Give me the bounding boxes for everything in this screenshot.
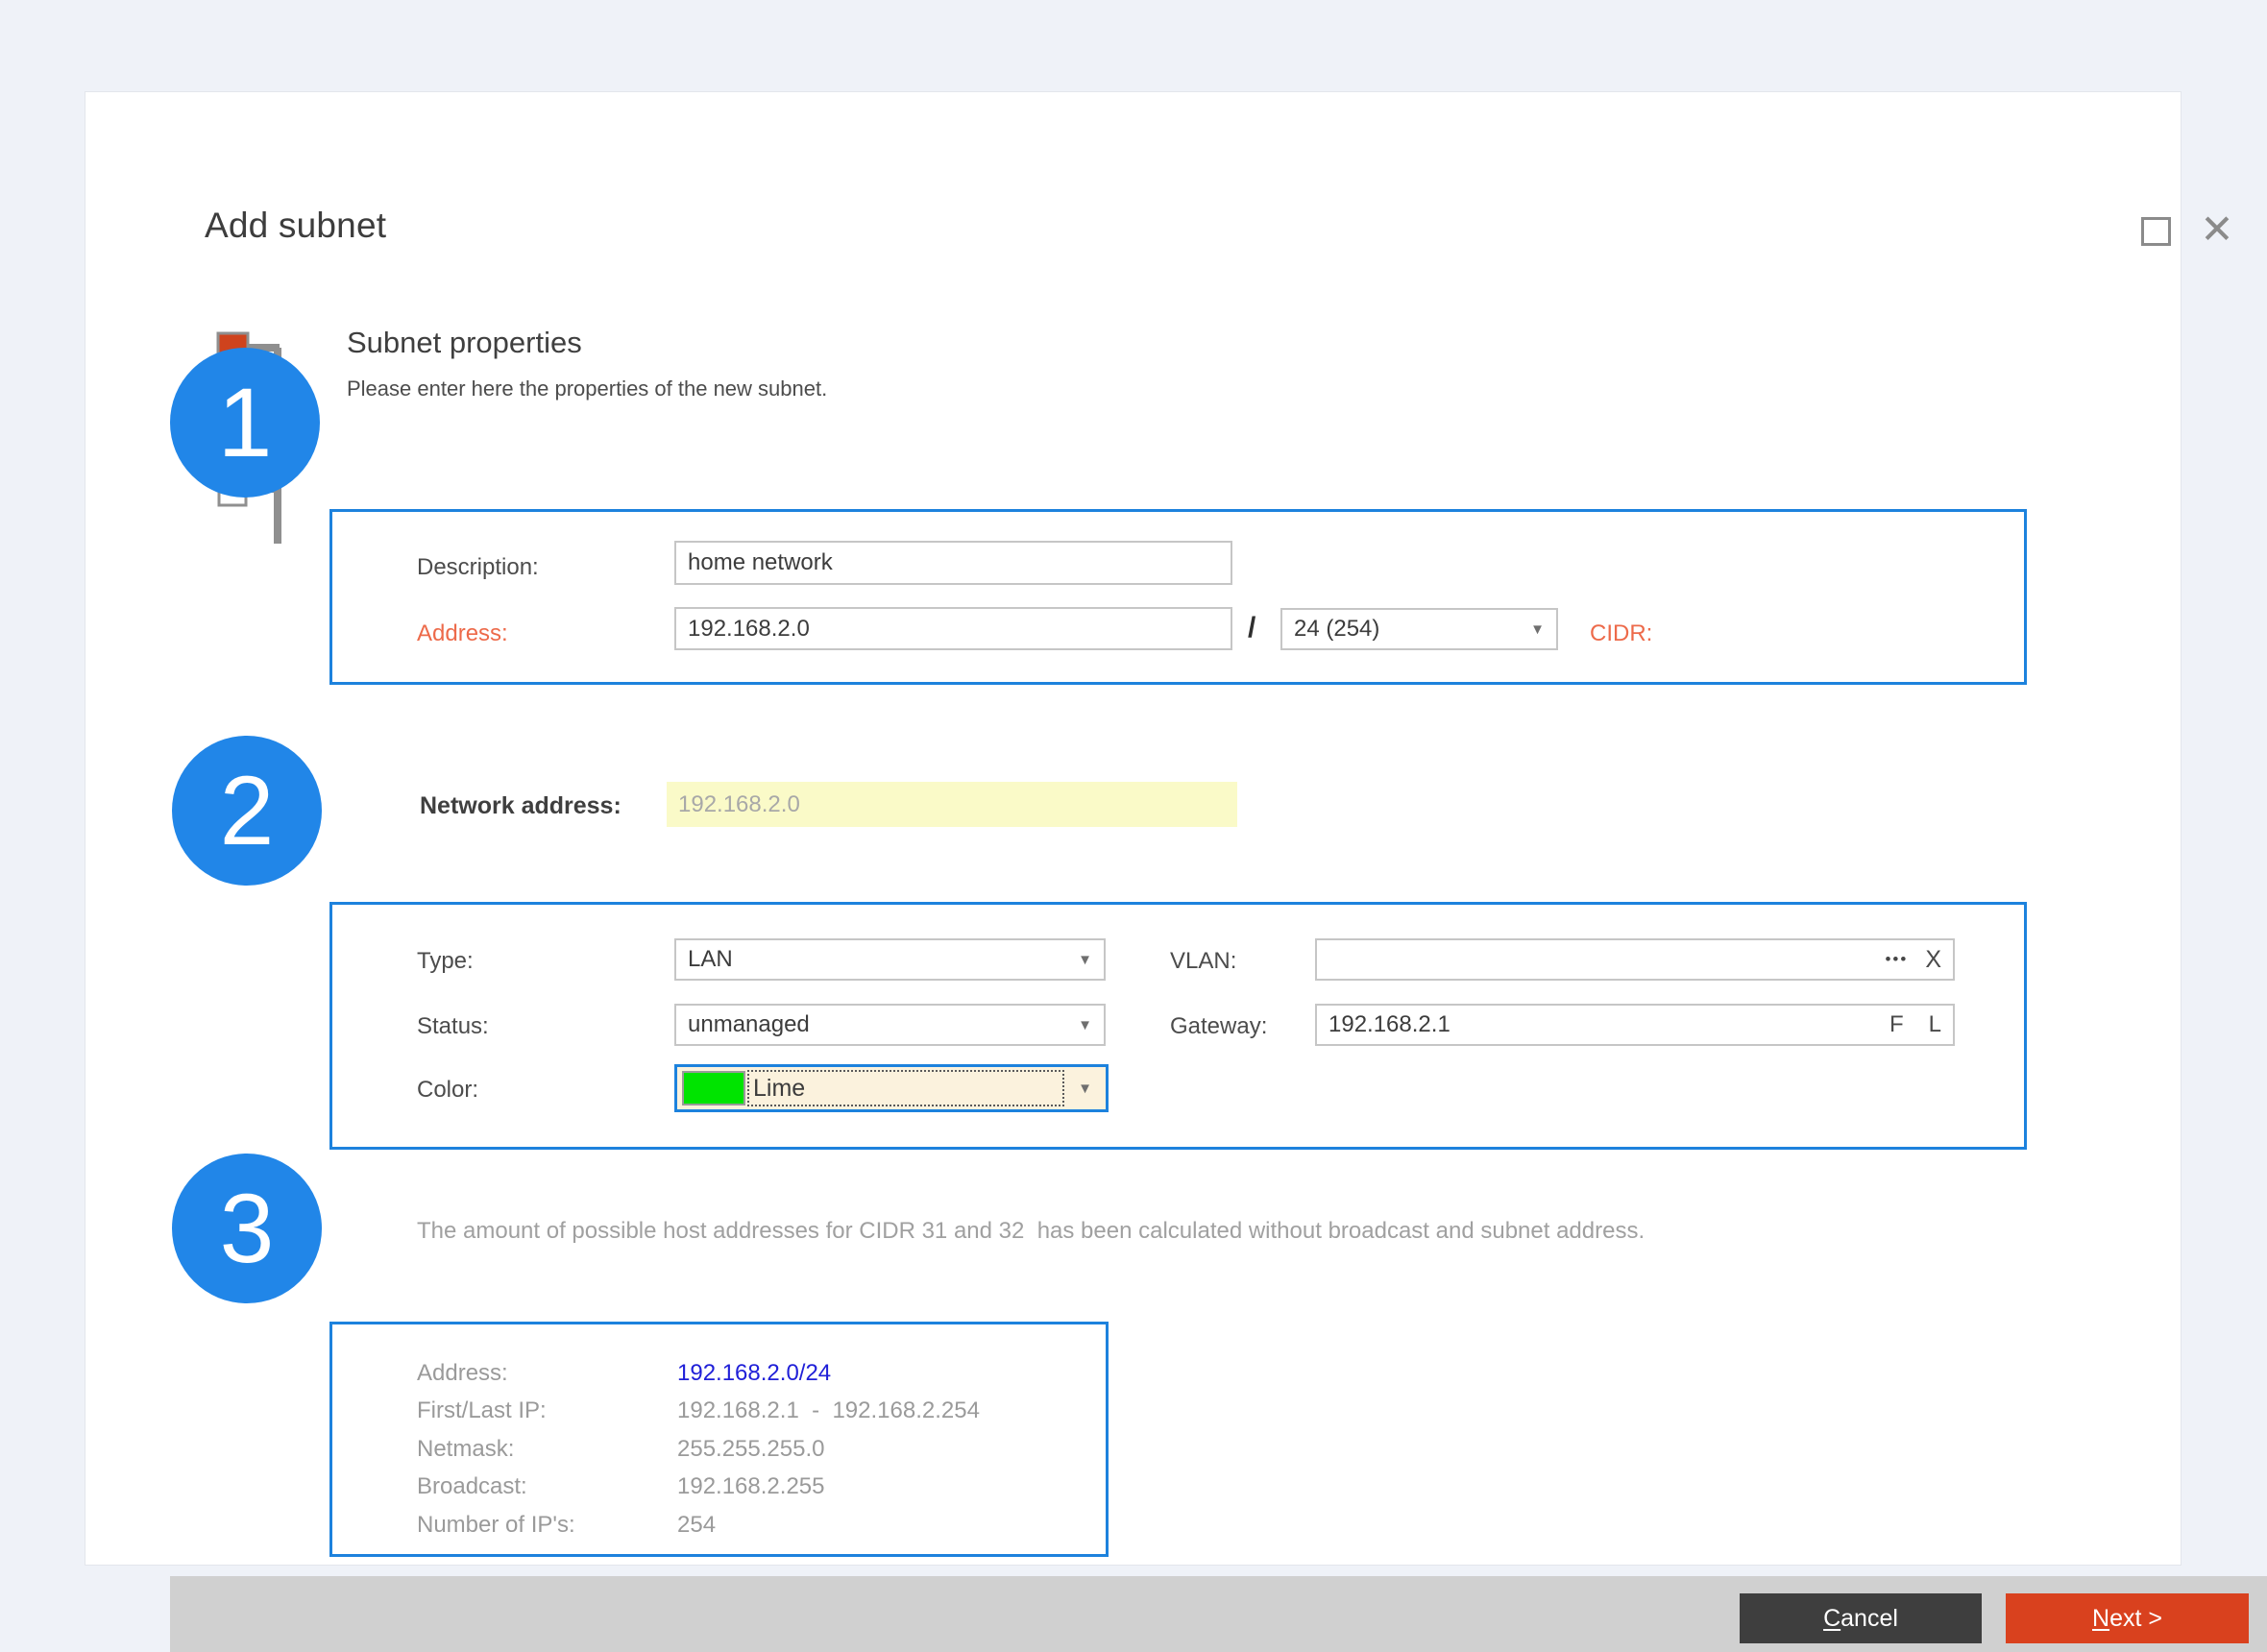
- vlan-input[interactable]: [1329, 946, 1885, 973]
- ellipsis-icon[interactable]: •••: [1885, 950, 1908, 969]
- chevron-down-icon: ▼: [1064, 1081, 1106, 1097]
- cancel-button[interactable]: Cancel: [1740, 1593, 1982, 1643]
- cidr-select[interactable]: 24 (254) ▼: [1280, 608, 1558, 650]
- cancel-label: ancel: [1840, 1605, 1898, 1632]
- clear-icon[interactable]: X: [1925, 946, 1941, 974]
- chevron-down-icon: ▼: [1078, 952, 1092, 968]
- window-title: Add subnet: [205, 206, 386, 246]
- vlan-field[interactable]: ••• X: [1315, 938, 1955, 981]
- type-select-value: LAN: [688, 946, 1078, 973]
- maximize-icon[interactable]: [2141, 217, 2171, 246]
- color-select[interactable]: Lime ▼: [674, 1064, 1109, 1112]
- step-3-badge: 3: [172, 1154, 322, 1303]
- add-subnet-dialog: Add subnet ✕ Subnet properties Please en…: [85, 91, 2182, 1566]
- cidr-select-value: 24 (254): [1294, 616, 1530, 643]
- subnet-summary: Address: 192.168.2.0/24 First/Last IP: 1…: [417, 1354, 980, 1544]
- address-label: Address:: [417, 620, 508, 647]
- summary-broadcast-label: Broadcast:: [417, 1473, 677, 1500]
- network-address-label: Network address:: [420, 792, 622, 820]
- next-label: ext >: [2109, 1605, 2162, 1632]
- gateway-field[interactable]: F L: [1315, 1004, 1955, 1046]
- cidr-separator: /: [1248, 612, 1255, 644]
- summary-row: Address: 192.168.2.0/24: [417, 1354, 980, 1393]
- summary-ipcount-value: 254: [677, 1512, 716, 1539]
- vlan-label: VLAN:: [1170, 948, 1236, 975]
- summary-firstlast-label: First/Last IP:: [417, 1397, 677, 1424]
- summary-ipcount-label: Number of IP's:: [417, 1512, 677, 1539]
- color-label: Color:: [417, 1077, 478, 1104]
- cancel-accesskey: C: [1823, 1605, 1840, 1632]
- status-label: Status:: [417, 1013, 489, 1040]
- summary-row: Netmask: 255.255.255.0: [417, 1430, 980, 1469]
- summary-firstlast-value: 192.168.2.1 - 192.168.2.254: [677, 1397, 980, 1424]
- chevron-down-icon: ▼: [1530, 621, 1545, 638]
- step-3-number: 3: [220, 1173, 275, 1285]
- description-input[interactable]: [688, 549, 1219, 576]
- color-select-value: Lime: [747, 1070, 1064, 1106]
- next-accesskey: N: [2092, 1605, 2109, 1632]
- type-label: Type:: [417, 948, 474, 975]
- page-subtitle: Please enter here the properties of the …: [347, 377, 827, 401]
- summary-netmask-label: Netmask:: [417, 1436, 677, 1463]
- address-input[interactable]: [688, 616, 1219, 643]
- status-select-value: unmanaged: [688, 1011, 1078, 1038]
- step-2-badge: 2: [172, 736, 322, 886]
- cidr-label: CIDR:: [1590, 620, 1652, 647]
- network-address-value: 192.168.2.0: [667, 782, 1237, 827]
- section-1-box: [329, 509, 2027, 685]
- screen: Add subnet ✕ Subnet properties Please en…: [0, 0, 2267, 1652]
- page-title: Subnet properties: [347, 326, 582, 360]
- summary-row: Broadcast: 192.168.2.255: [417, 1469, 980, 1507]
- description-field[interactable]: [674, 541, 1232, 585]
- gateway-input[interactable]: [1329, 1011, 1889, 1038]
- step-1-badge: 1: [170, 348, 320, 498]
- chevron-down-icon: ▼: [1078, 1017, 1092, 1033]
- network-address-text: 192.168.2.0: [678, 791, 800, 818]
- gateway-label: Gateway:: [1170, 1013, 1267, 1040]
- step-2-number: 2: [220, 755, 275, 867]
- summary-row: Number of IP's: 254: [417, 1506, 980, 1544]
- summary-broadcast-value: 192.168.2.255: [677, 1473, 824, 1500]
- next-button[interactable]: Next >: [2006, 1593, 2249, 1643]
- status-select[interactable]: unmanaged ▼: [674, 1004, 1106, 1046]
- summary-address-value: 192.168.2.0/24: [677, 1360, 831, 1387]
- summary-address-label: Address:: [417, 1360, 677, 1387]
- step-1-number: 1: [218, 367, 273, 479]
- address-field[interactable]: [674, 607, 1232, 650]
- last-ip-icon[interactable]: L: [1929, 1011, 1941, 1038]
- cidr-note: The amount of possible host addresses fo…: [417, 1218, 1645, 1245]
- type-select[interactable]: LAN ▼: [674, 938, 1106, 981]
- summary-row: First/Last IP: 192.168.2.1 - 192.168.2.2…: [417, 1393, 980, 1431]
- summary-netmask-value: 255.255.255.0: [677, 1436, 824, 1463]
- color-swatch: [682, 1071, 745, 1105]
- description-label: Description:: [417, 554, 539, 581]
- close-icon[interactable]: ✕: [2195, 206, 2239, 254]
- first-ip-icon[interactable]: F: [1889, 1011, 1904, 1038]
